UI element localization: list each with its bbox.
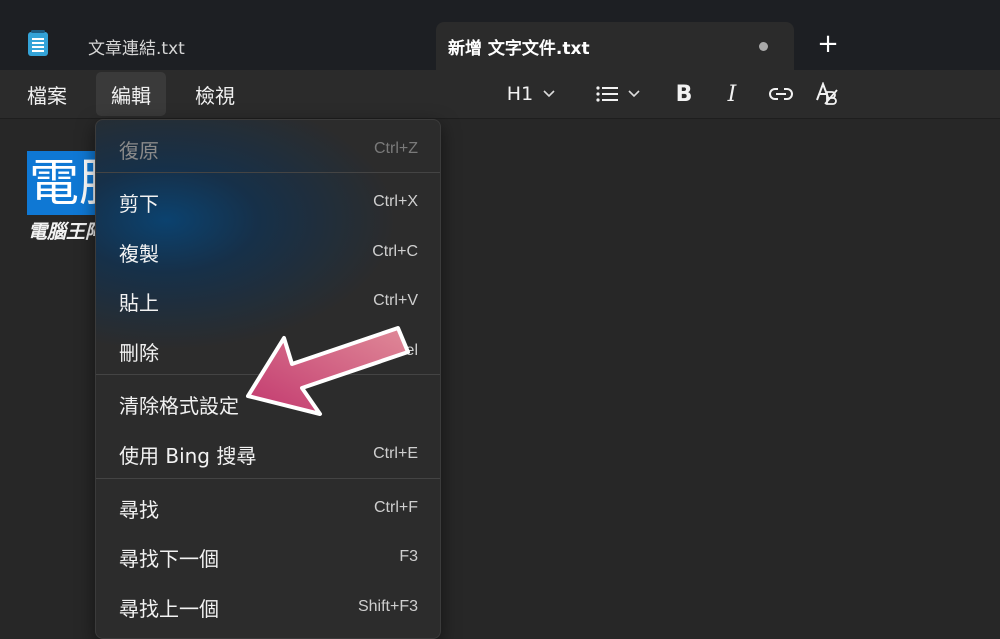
menu-item-search-with-bing[interactable]: 使用 Bing 搜尋 Ctrl+E: [96, 432, 440, 476]
bold-icon: B: [675, 81, 693, 107]
heading-label: H1: [506, 83, 534, 105]
menu-item-shortcut: Ctrl+E: [373, 445, 418, 462]
menu-item-shortcut: F3: [399, 548, 418, 565]
menu-item-copy[interactable]: 複製 Ctrl+C: [96, 230, 440, 274]
chevron-down-icon: [628, 90, 640, 98]
menu-item-label: 使用 Bing 搜尋: [119, 444, 257, 468]
tab-title: 文章連結.txt: [88, 38, 185, 59]
menu-bar: 檔案 編輯 檢視 H1 B I: [0, 70, 1000, 119]
menu-view[interactable]: 檢視: [184, 72, 246, 116]
tab-article-links[interactable]: 文章連結.txt: [64, 22, 424, 70]
title-bar: 文章連結.txt 新增 文字文件.txt +: [0, 0, 1000, 70]
menu-item-find[interactable]: 尋找 Ctrl+F: [96, 486, 440, 530]
menu-item-label: 剪下: [119, 192, 159, 216]
menu-item-label: 貼上: [119, 291, 159, 315]
spellcheck-button[interactable]: [810, 78, 846, 110]
menu-item-shortcut: Ctrl+F: [374, 499, 418, 516]
annotation-arrow-icon: [246, 326, 410, 416]
notepad-icon: [28, 30, 48, 56]
menu-item-label: 尋找: [119, 498, 159, 522]
new-tab-button[interactable]: +: [812, 28, 844, 60]
menu-file[interactable]: 檔案: [16, 72, 78, 116]
menu-item-label: 清除格式設定: [119, 394, 239, 418]
spellcheck-icon: [816, 82, 838, 105]
menu-item-shortcut: Ctrl+X: [373, 193, 418, 210]
link-icon: [769, 88, 793, 100]
bulleted-list-icon: [596, 86, 618, 102]
menu-item-find-previous[interactable]: 尋找上一個 Shift+F3: [96, 585, 440, 629]
menu-item-label: 尋找上一個: [119, 597, 219, 621]
tab-title: 新增 文字文件.txt: [448, 38, 590, 59]
tab-new-text-document[interactable]: 新增 文字文件.txt: [436, 22, 794, 70]
menu-item-shortcut: Ctrl+C: [372, 243, 418, 260]
italic-icon: I: [727, 81, 737, 107]
plus-icon: +: [817, 29, 839, 59]
heading-dropdown[interactable]: H1: [496, 78, 566, 110]
menu-item-shortcut: Ctrl+V: [373, 292, 418, 309]
menu-item-shortcut: Ctrl+Z: [374, 140, 418, 157]
menu-separator: [96, 478, 440, 479]
menu-item-find-next[interactable]: 尋找下一個 F3: [96, 535, 440, 579]
unsaved-indicator-icon[interactable]: [759, 42, 768, 51]
list-dropdown[interactable]: [588, 78, 648, 110]
chevron-down-icon: [543, 90, 555, 98]
menu-edit[interactable]: 編輯: [96, 72, 166, 116]
menu-item-undo[interactable]: 復原 Ctrl+Z: [96, 127, 440, 171]
menu-separator: [96, 172, 440, 173]
menu-item-label: 復原: [119, 139, 159, 163]
bold-button[interactable]: B: [668, 78, 700, 110]
menu-item-label: 複製: [119, 242, 159, 266]
link-button[interactable]: [764, 78, 798, 110]
menu-item-label: 尋找下一個: [119, 547, 219, 571]
menu-item-label: 刪除: [119, 341, 159, 365]
menu-item-shortcut: Shift+F3: [357, 598, 418, 615]
menu-item-cut[interactable]: 剪下 Ctrl+X: [96, 180, 440, 224]
italic-button[interactable]: I: [716, 78, 748, 110]
